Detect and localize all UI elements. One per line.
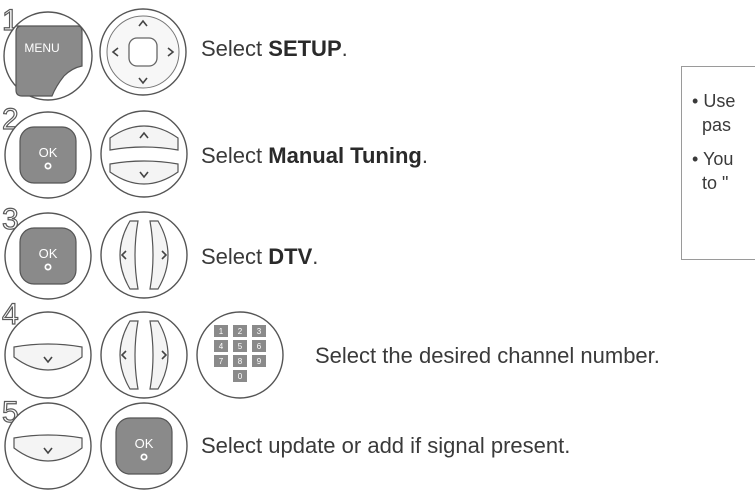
numpad-key: 9 xyxy=(257,357,262,366)
numpad-key: 2 xyxy=(238,327,243,336)
step-5-text: Select update or add if signal present. xyxy=(201,433,571,458)
menu-button-icon: MENU xyxy=(3,11,93,101)
numpad-key: 8 xyxy=(238,357,243,366)
manual-page: 1 MENU Select SETUP. 2 OK Select Manual … xyxy=(0,0,755,494)
left-right-button-icon xyxy=(100,211,188,299)
number-pad-icon: 1 2 3 4 5 6 7 8 9 0 xyxy=(196,311,284,399)
nav-pad-icon xyxy=(99,8,187,96)
down-button-icon xyxy=(4,402,92,490)
left-right-button-icon xyxy=(100,311,188,399)
numpad-key: 0 xyxy=(238,372,243,381)
ok-button-icon: OK xyxy=(4,111,92,199)
step-4-text: Select the desired channel number. xyxy=(315,343,660,368)
ok-button-icon: OK xyxy=(100,402,188,490)
step-1-text: Select SETUP. xyxy=(201,36,348,61)
note-item-continuation: to " xyxy=(702,173,729,193)
numpad-key: 5 xyxy=(238,342,243,351)
up-down-button-icon xyxy=(100,110,188,198)
ok-button-icon: OK xyxy=(4,212,92,300)
numpad-key: 7 xyxy=(219,357,224,366)
down-button-icon xyxy=(4,311,92,399)
numpad-key: 3 xyxy=(257,327,262,336)
numpad-key: 6 xyxy=(257,342,262,351)
note-box: • Use pas • You to " xyxy=(681,66,755,260)
note-item-continuation: pas xyxy=(702,115,732,135)
ok-button-label: OK xyxy=(135,436,154,451)
note-item: • You xyxy=(692,149,734,169)
numpad-key: 1 xyxy=(219,327,224,336)
ok-button-label: OK xyxy=(39,145,58,160)
menu-button-label: MENU xyxy=(24,41,59,55)
step-3-text: Select DTV. xyxy=(201,244,319,269)
ok-button-label: OK xyxy=(39,246,58,261)
note-item: • Use xyxy=(692,91,736,111)
numpad-key: 4 xyxy=(219,342,224,351)
step-2-text: Select Manual Tuning. xyxy=(201,143,428,168)
